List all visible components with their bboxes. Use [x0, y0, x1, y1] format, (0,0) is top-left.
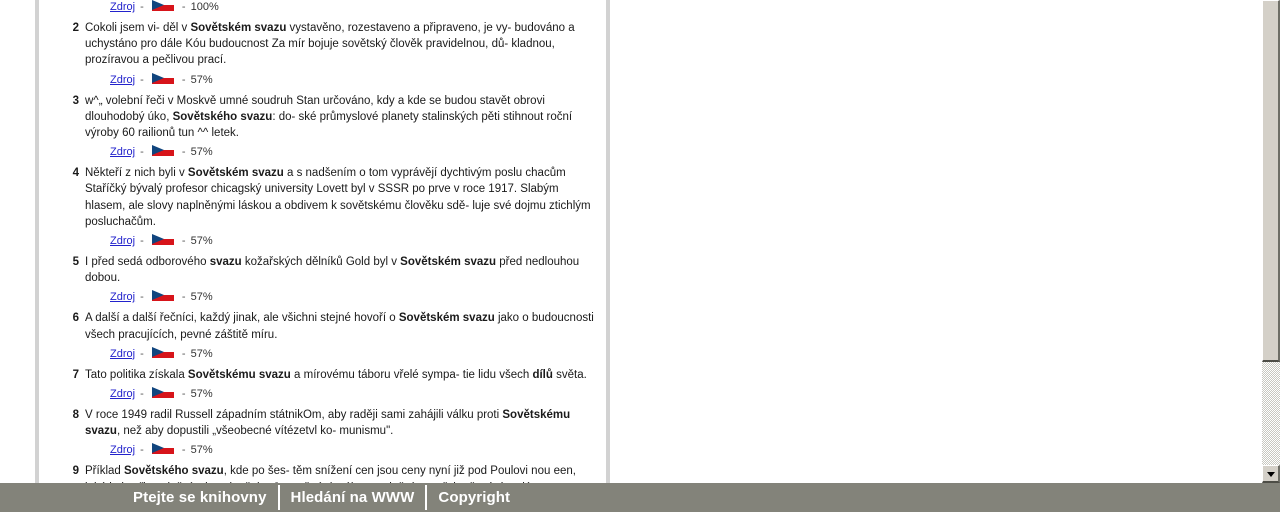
result-meta: Zdroj - - 57%: [85, 443, 602, 457]
czech-flag-icon: [151, 346, 174, 358]
meta-dash: -: [140, 347, 144, 360]
result-number: 5: [72, 256, 79, 269]
meta-dash: -: [140, 146, 144, 159]
result-item: 4 Někteří z nich byli v Sovětském svazu …: [40, 165, 602, 248]
result-snippet: w^„ volební řeči v Moskvě umné soudruh S…: [85, 94, 573, 140]
meta-dash: -: [181, 235, 186, 248]
result-number: 2: [72, 22, 79, 34]
footer-link-ask-library[interactable]: Ptejte se knihovny: [122, 483, 278, 512]
meta-dash: -: [181, 73, 186, 86]
footer-nav: Ptejte se knihovny Hledání na WWW Copyri…: [122, 483, 521, 512]
czech-flag-icon: [151, 72, 174, 84]
result-number: 7: [72, 368, 79, 381]
czech-flag-icon: [151, 234, 174, 246]
result-meta: Zdroj - - 57%: [85, 387, 602, 401]
source-link[interactable]: Zdroj: [110, 74, 135, 86]
source-link[interactable]: Zdroj: [110, 348, 135, 360]
meta-dash: -: [181, 444, 186, 457]
czech-flag-icon: [151, 387, 174, 399]
source-link[interactable]: Zdroj: [110, 1, 135, 13]
match-percent: 100%: [190, 1, 219, 13]
page-root: Zdroj - - 100% 2 Cokoli jsem vi- děl v S…: [0, 0, 1280, 512]
meta-dash: -: [181, 291, 186, 304]
result-item: 6 A další a další řečníci, každý jinak, …: [40, 310, 602, 360]
result-item: 7 Tato politika získala Sovětskému svazu…: [40, 367, 602, 401]
meta-dash: -: [140, 388, 144, 401]
result-meta: Zdroj - - 57%: [85, 72, 602, 87]
meta-dash: -: [181, 146, 186, 159]
result-item: 3 w^„ volební řeči v Moskvě umné soudruh…: [40, 93, 602, 160]
meta-dash: -: [140, 235, 144, 248]
result-snippet: Příklad Sovětského svazu, kde po šes- tě…: [85, 465, 576, 483]
result-item: 9 Příklad Sovětského svazu, kde po šes- …: [40, 463, 602, 483]
match-percent: 57%: [190, 444, 213, 457]
result-snippet: Cokoli jsem vi- děl v Sovětském svazu vy…: [85, 22, 575, 67]
meta-dash: -: [140, 291, 144, 304]
result-number: 4: [72, 167, 79, 180]
right-empty-pane: [612, 0, 1253, 483]
result-snippet: A další a další řečníci, každý jinak, al…: [85, 312, 594, 341]
source-link[interactable]: Zdroj: [110, 388, 135, 400]
result-meta: Zdroj - - 57%: [85, 346, 602, 361]
czech-flag-icon: [151, 290, 174, 302]
result-meta: Zdroj - - 57%: [85, 145, 602, 159]
result-item: 5 I před sedá odborového svazu kožařskýc…: [40, 254, 602, 304]
result-meta: Zdroj - - 57%: [85, 290, 602, 304]
czech-flag-icon: [151, 145, 174, 157]
footer-bar: Ptejte se knihovny Hledání na WWW Copyri…: [0, 483, 1280, 512]
czech-flag-icon: [151, 0, 174, 11]
result-snippet: I před sedá odborového svazu kožařských …: [85, 256, 580, 285]
result-item: 2 Cokoli jsem vi- děl v Sovětském svazu …: [40, 20, 602, 87]
result-meta: Zdroj - - 100%: [85, 0, 602, 14]
result-snippet: Někteří z nich byli v Sovětském svazu a …: [85, 167, 591, 228]
meta-dash: -: [140, 1, 144, 13]
result-snippet: Tato politika získala Sovětskému svazu a…: [85, 368, 587, 381]
match-percent: 57%: [190, 146, 213, 159]
meta-dash: -: [140, 444, 144, 457]
source-link[interactable]: Zdroj: [110, 444, 135, 456]
column-divider-rule: [606, 0, 610, 483]
result-item: 8 V roce 1949 radil Russell západním stá…: [40, 407, 602, 457]
search-results-list: Zdroj - - 100% 2 Cokoli jsem vi- děl v S…: [40, 0, 602, 483]
scroll-down-button[interactable]: [1262, 465, 1280, 483]
source-link[interactable]: Zdroj: [110, 235, 135, 247]
meta-dash: -: [181, 1, 186, 13]
result-meta: Zdroj - - 57%: [85, 234, 602, 248]
match-percent: 57%: [190, 291, 213, 304]
meta-dash: -: [181, 388, 186, 401]
result-number: 3: [72, 94, 79, 107]
meta-dash: -: [140, 73, 144, 86]
chevron-down-icon: [1266, 471, 1275, 477]
czech-flag-icon: [151, 443, 174, 455]
meta-dash: -: [181, 347, 186, 360]
match-percent: 57%: [190, 388, 213, 401]
footer-link-web-search[interactable]: Hledání na WWW: [280, 483, 426, 512]
footer-link-copyright[interactable]: Copyright: [427, 483, 521, 512]
result-item: Zdroj - - 100%: [40, 0, 602, 14]
scrollbar-thumb[interactable]: [1262, 0, 1280, 362]
source-link[interactable]: Zdroj: [110, 146, 135, 158]
result-number: 6: [72, 312, 79, 325]
vertical-scrollbar[interactable]: [1260, 0, 1280, 483]
match-percent: 57%: [190, 73, 213, 86]
match-percent: 57%: [190, 235, 213, 248]
match-percent: 57%: [190, 347, 213, 360]
result-number: 9: [72, 465, 79, 478]
source-link[interactable]: Zdroj: [110, 291, 135, 303]
left-column-rule: [35, 0, 39, 483]
result-number: 8: [72, 409, 79, 422]
result-snippet: V roce 1949 radil Russell západním státn…: [85, 409, 571, 438]
